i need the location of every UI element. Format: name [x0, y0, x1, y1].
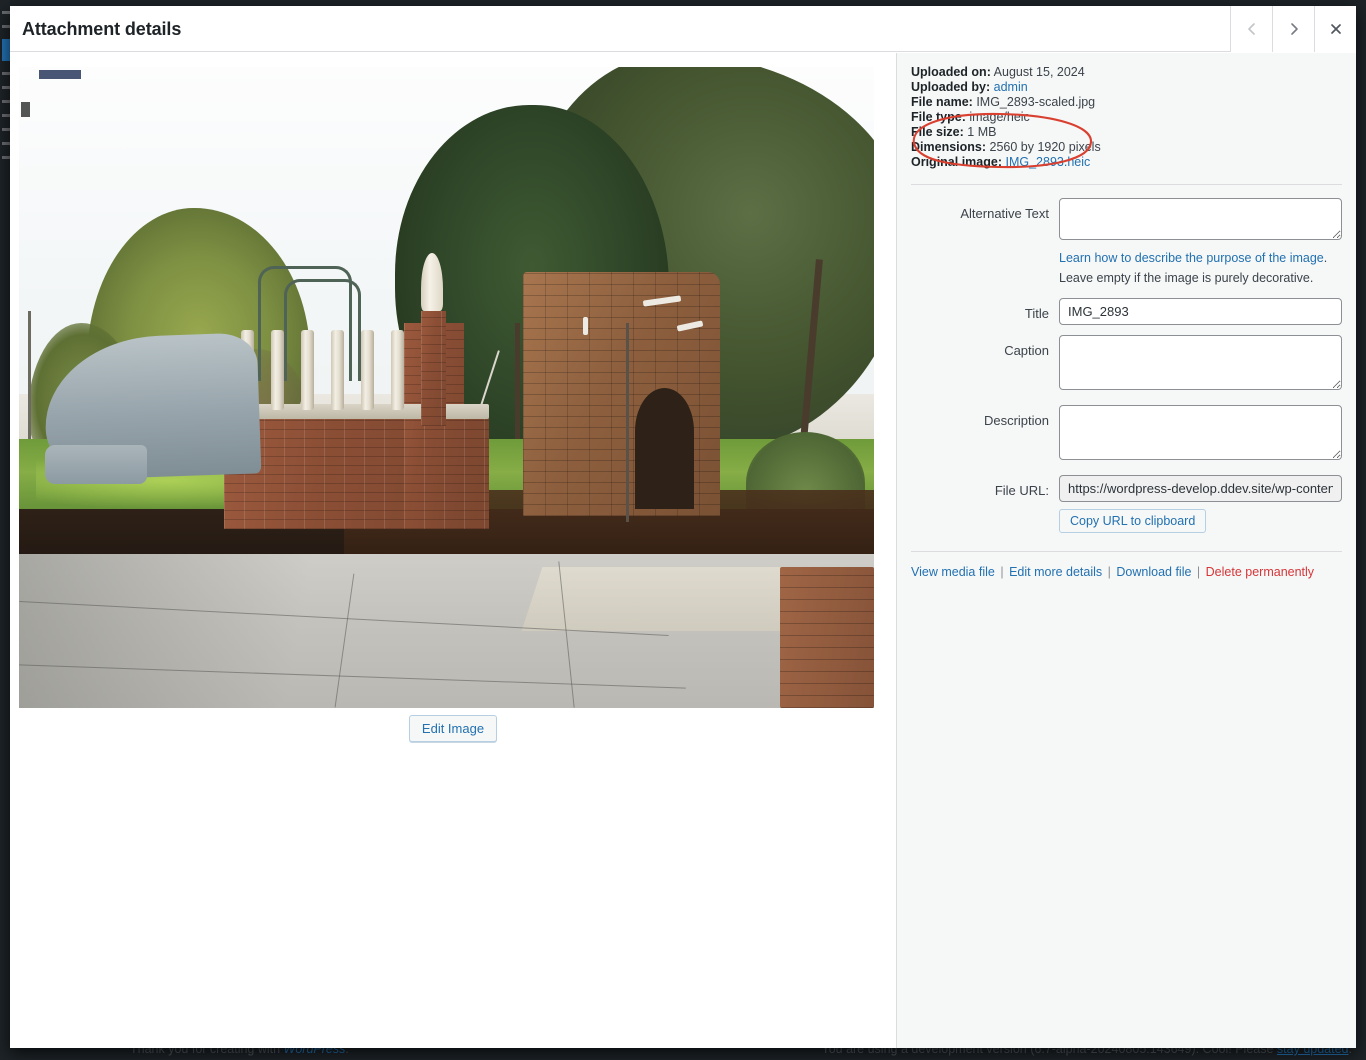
edit-image-row: Edit Image: [10, 715, 896, 742]
meta-original-image: Original image: IMG_2893.heic: [911, 155, 1342, 170]
title-input[interactable]: [1059, 298, 1342, 325]
meta-dimensions: Dimensions: 2560 by 1920 pixels: [911, 140, 1342, 155]
photo-artifact-top: [39, 70, 81, 79]
attachment-metadata: Uploaded on: August 15, 2024 Uploaded by…: [911, 65, 1342, 170]
meta-uploaded-by: Uploaded by: admin: [911, 80, 1342, 95]
media-preview-pane: Edit Image: [10, 53, 896, 1048]
meta-file-size-label: File size:: [911, 125, 964, 139]
meta-file-type-label: File type:: [911, 110, 966, 124]
original-image-link[interactable]: IMG_2893.heic: [1005, 155, 1090, 169]
meta-file-size-value: 1 MB: [967, 125, 996, 139]
close-dialog-button[interactable]: [1314, 6, 1356, 52]
close-icon: [1328, 21, 1344, 37]
chevron-right-icon: [1286, 21, 1302, 37]
field-file-url: File URL: Copy URL to clipboard: [911, 475, 1342, 533]
alt-text-control: Learn how to describe the purpose of the…: [1059, 198, 1342, 288]
field-description: Description: [911, 405, 1342, 465]
attachment-info-pane: Uploaded on: August 15, 2024 Uploaded by…: [896, 53, 1356, 1048]
meta-original-image-label: Original image:: [911, 155, 1002, 169]
meta-file-type: File type: image/heic: [911, 110, 1342, 125]
field-caption: Caption: [911, 335, 1342, 395]
modal-body: Edit Image Uploaded on: August 15, 2024 …: [10, 53, 1356, 1048]
previous-media-button[interactable]: [1230, 6, 1272, 52]
file-url-input[interactable]: [1059, 475, 1342, 502]
description-label: Description: [911, 405, 1059, 431]
photo-artifact-left: [21, 102, 30, 117]
page-title: Attachment details: [22, 6, 181, 52]
field-title: Title: [911, 298, 1342, 325]
photo-illustration: [19, 67, 874, 708]
alt-text-input[interactable]: [1059, 198, 1342, 240]
download-file-link[interactable]: Download file: [1116, 565, 1191, 579]
edit-more-details-link[interactable]: Edit more details: [1009, 565, 1102, 579]
file-url-label: File URL:: [911, 475, 1059, 501]
attachment-details-modal: Attachment details: [10, 6, 1356, 1048]
alt-text-label: Alternative Text: [911, 198, 1059, 224]
meta-file-name: File name: IMG_2893-scaled.jpg: [911, 95, 1342, 110]
delete-permanently-link[interactable]: Delete permanently: [1206, 565, 1314, 579]
actions-separator: |: [998, 565, 1005, 579]
attachment-settings-form: Alternative Text Learn how to describe t…: [911, 184, 1342, 533]
title-control: [1059, 298, 1342, 325]
file-url-control: Copy URL to clipboard: [1059, 475, 1342, 533]
field-alt-text: Alternative Text Learn how to describe t…: [911, 198, 1342, 288]
copy-url-to-clipboard-button[interactable]: Copy URL to clipboard: [1059, 509, 1206, 533]
view-media-file-link[interactable]: View media file: [911, 565, 995, 579]
chevron-left-icon: [1244, 21, 1260, 37]
alt-text-help: Learn how to describe the purpose of the…: [1059, 249, 1342, 288]
caption-input[interactable]: [1059, 335, 1342, 390]
next-media-button[interactable]: [1272, 6, 1314, 52]
actions-separator: |: [1106, 565, 1113, 579]
photo-baluster: [361, 330, 374, 410]
meta-uploaded-on: Uploaded on: August 15, 2024: [911, 65, 1342, 80]
photo-climber-rails-2: [284, 279, 361, 382]
title-label: Title: [911, 298, 1059, 324]
attachment-preview-image: [19, 67, 874, 708]
attachment-actions: View media file | Edit more details | Do…: [911, 551, 1342, 579]
meta-file-name-value: IMG_2893-scaled.jpg: [976, 95, 1095, 109]
alt-text-help-link[interactable]: Learn how to describe the purpose of the…: [1059, 251, 1324, 265]
photo-slide-lip: [45, 445, 148, 483]
modal-nav-buttons: [1230, 6, 1356, 52]
uploaded-by-user-link[interactable]: admin: [994, 80, 1028, 94]
actions-separator: |: [1195, 565, 1202, 579]
meta-dimensions-label: Dimensions:: [911, 140, 986, 154]
meta-dimensions-value: 2560 by 1920 pixels: [990, 140, 1101, 154]
meta-file-type-value: image/heic: [969, 110, 1029, 124]
photo-finial-base: [421, 311, 447, 426]
edit-image-button[interactable]: Edit Image: [409, 715, 497, 742]
photo-ruin-arch: [635, 388, 695, 510]
modal-header: Attachment details: [10, 6, 1356, 52]
photo-foreground-bricks: [780, 567, 874, 708]
meta-uploaded-by-label: Uploaded by:: [911, 80, 990, 94]
photo-ruin-brace-3: [583, 317, 588, 335]
description-control: [1059, 405, 1342, 465]
meta-file-size: File size: 1 MB: [911, 125, 1342, 140]
meta-uploaded-on-label: Uploaded on:: [911, 65, 991, 79]
meta-file-name-label: File name:: [911, 95, 973, 109]
meta-uploaded-on-value: August 15, 2024: [994, 65, 1085, 79]
photo-ruin-pole: [626, 323, 629, 522]
caption-control: [1059, 335, 1342, 395]
description-input[interactable]: [1059, 405, 1342, 460]
photo-baluster: [391, 330, 404, 410]
caption-label: Caption: [911, 335, 1059, 361]
